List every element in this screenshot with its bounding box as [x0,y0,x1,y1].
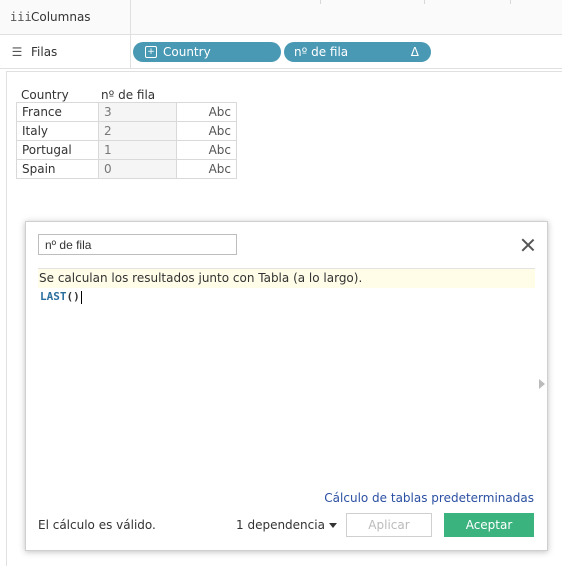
country-cell[interactable]: Italy [16,121,99,141]
mark-cell[interactable]: Abc [176,102,237,122]
plus-box-icon[interactable]: + [145,46,157,58]
accept-button[interactable]: Aceptar [444,513,534,537]
country-cell[interactable]: Portugal [16,140,99,160]
validity-status: El cálculo es válido. [38,518,156,532]
close-icon[interactable] [521,238,535,252]
rows-shelf[interactable]: ☰ Filas + Country nº de fila Δ [0,35,562,69]
country-cell[interactable]: France [16,102,99,122]
apply-button[interactable]: Aplicar [346,513,432,537]
column-header-country: Country [21,88,69,102]
mark-cell[interactable]: Abc [176,159,237,179]
columns-shelf-label: iii Columnas [0,0,131,34]
pill-country[interactable]: + Country [133,42,281,62]
rows-shelf-label: ☰ Filas [0,35,131,68]
shelf-divider [510,0,511,4]
table-row[interactable]: France 3 Abc [16,102,237,122]
chevron-down-icon [328,523,337,528]
text-caret [80,290,82,304]
pill-label: nº de fila [294,45,349,59]
shelf-divider [424,0,425,4]
rows-icon: ☰ [11,44,23,59]
calculation-dialog: Se calculan los resultados junto con Tab… [25,221,548,551]
delta-icon: Δ [410,45,419,59]
table-row[interactable]: Italy 2 Abc [16,121,237,141]
formula-function: LAST [40,290,67,303]
viz-table: France 3 Abc Italy 2 Abc Portugal 1 Abc … [16,102,237,179]
value-cell[interactable]: 2 [98,121,177,141]
rows-label-text: Filas [31,44,58,59]
formula-editor[interactable]: LAST() [40,290,82,304]
expand-panel-icon[interactable] [539,379,545,389]
table-row[interactable]: Portugal 1 Abc [16,140,237,160]
formula-parens: () [66,290,80,303]
columns-shelf[interactable]: iii Columnas [0,0,562,35]
value-cell[interactable]: 1 [98,140,177,160]
country-cell[interactable]: Spain [16,159,99,179]
column-header-row-number: nº de fila [101,88,156,102]
mark-cell[interactable]: Abc [176,121,237,141]
mark-cell[interactable]: Abc [176,140,237,160]
value-cell[interactable]: 0 [98,159,177,179]
pill-label: Country [163,45,211,59]
value-cell[interactable]: 3 [98,102,177,122]
pill-row-number[interactable]: nº de fila Δ [284,42,431,62]
compute-info-bar: Se calculan los resultados junto con Tab… [38,269,535,288]
shelf-divider [320,0,321,4]
calculation-name-input[interactable] [38,234,237,255]
dependency-label: 1 dependencia [236,518,325,532]
columns-label-text: Columnas [31,10,91,24]
default-table-calc-link[interactable]: Cálculo de tablas predeterminadas [324,491,534,505]
table-row[interactable]: Spain 0 Abc [16,159,237,179]
columns-icon: iii [10,10,32,24]
dependency-dropdown[interactable]: 1 dependencia [236,518,337,532]
